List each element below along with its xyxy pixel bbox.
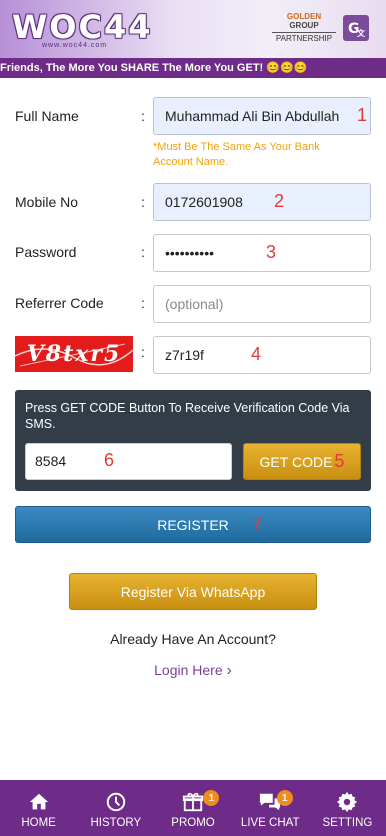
password-input[interactable]: ••••••••••: [153, 234, 371, 272]
colon: :: [141, 108, 145, 124]
marquee-emojis: 😊😊😊: [266, 62, 308, 74]
nav-label-history: HISTORY: [90, 817, 142, 829]
nav-item-promo[interactable]: PROMO 1: [154, 780, 231, 836]
captcha-text: V8txr5: [26, 341, 122, 367]
partner-brand-b: GROUP: [289, 21, 319, 30]
annotation-marker-1: 1: [357, 105, 368, 125]
nav-item-live-chat[interactable]: LIVE CHAT 1: [232, 780, 309, 836]
bottom-navigation: HOME HISTORY PROMO 1 LIVE CHAT 1 SETTING: [0, 780, 386, 836]
login-link-label: Login Here: [154, 662, 223, 678]
partner-label: PARTNERSHIP: [272, 32, 336, 43]
annotation-marker-3: 3: [266, 242, 277, 262]
full-name-input[interactable]: Muhammad Ali Bin Abdullah: [153, 97, 371, 135]
nav-label-live-chat: LIVE CHAT: [240, 817, 300, 829]
app-header: WOC44 www.woc44.com GOLDEN GROUP PARTNER…: [0, 0, 386, 58]
nav-label-home: HOME: [21, 817, 56, 829]
svg-text:文: 文: [357, 28, 366, 38]
captcha-image[interactable]: V8txr5: [15, 336, 133, 372]
partnership-badge: GOLDEN GROUP PARTNERSHIP: [272, 12, 336, 43]
partner-brand: GOLDEN GROUP: [272, 12, 336, 30]
get-code-label: GET CODE: [259, 453, 333, 470]
have-account-text: Already Have An Account?: [110, 631, 276, 647]
marquee-text: Friends, The More You SHARE The More You…: [0, 62, 264, 74]
sms-verification-panel: Press GET CODE Button To Receive Verific…: [15, 390, 371, 491]
mobile-input[interactable]: 0172601908: [153, 183, 371, 221]
announcement-marquee: Friends, The More You SHARE The More You…: [0, 58, 386, 78]
referrer-input[interactable]: (optional): [153, 285, 371, 323]
nav-label-setting: SETTING: [322, 817, 373, 829]
register-button[interactable]: REGISTER 7: [15, 506, 371, 543]
annotation-marker-7: 7: [252, 514, 263, 534]
annotation-marker-2: 2: [274, 191, 285, 211]
verification-code-input[interactable]: 8584 6: [25, 443, 232, 480]
colon: :: [141, 344, 145, 360]
referrer-label: Referrer Code: [15, 295, 104, 311]
login-link[interactable]: Login Here ›: [0, 662, 386, 680]
full-name-label: Full Name: [15, 108, 79, 124]
bank-name-hint: *Must Be The Same As Your Bank Account N…: [153, 141, 320, 168]
colon: :: [141, 194, 145, 210]
partner-brand-a: GOLDEN: [286, 12, 322, 21]
clock-icon: [104, 790, 128, 814]
colon: :: [141, 244, 145, 260]
nav-item-setting[interactable]: SETTING: [309, 780, 386, 836]
promo-badge: 1: [203, 790, 220, 806]
annotation-marker-4: 4: [251, 344, 262, 364]
logo[interactable]: WOC44: [12, 8, 153, 46]
password-label: Password: [15, 244, 77, 260]
nav-item-home[interactable]: HOME: [0, 780, 77, 836]
home-icon: [27, 790, 51, 814]
annotation-marker-5: 5: [334, 451, 345, 471]
sms-instruction: Press GET CODE Button To Receive Verific…: [25, 401, 350, 431]
register-whatsapp-button[interactable]: Register Via WhatsApp: [69, 573, 317, 610]
chevron-right-icon: ›: [226, 662, 232, 679]
live-chat-badge: 1: [276, 790, 293, 806]
verification-code-value: 8584: [35, 453, 67, 469]
gift-icon: [181, 790, 205, 814]
register-label: REGISTER: [157, 516, 229, 533]
mobile-label: Mobile No: [15, 194, 79, 210]
nav-item-history[interactable]: HISTORY: [77, 780, 154, 836]
translate-icon[interactable]: G文: [343, 15, 369, 41]
captcha-input[interactable]: z7r19f: [153, 336, 371, 374]
annotation-marker-6: 6: [104, 450, 115, 470]
nav-label-promo: PROMO: [171, 817, 215, 829]
logo-subtitle: www.woc44.com: [42, 42, 108, 49]
get-code-button[interactable]: GET CODE 5: [243, 443, 361, 480]
colon: :: [141, 295, 145, 311]
gear-icon: [335, 790, 359, 814]
